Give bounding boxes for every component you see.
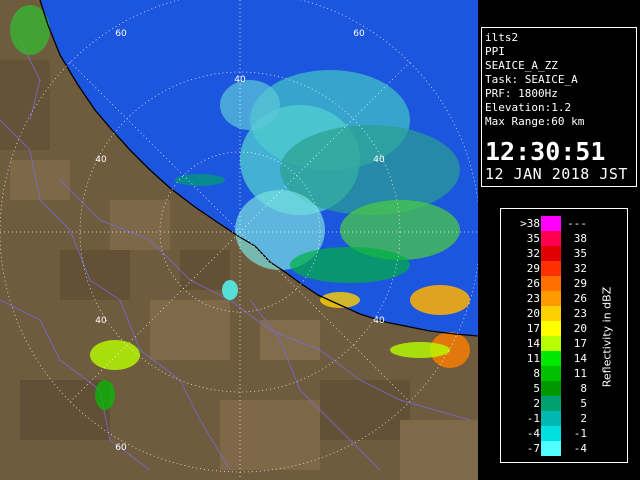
- range-label: 40: [373, 155, 385, 165]
- legend-low-label: 17: [526, 322, 540, 335]
- legend-swatch: [541, 411, 561, 426]
- range-label: 40: [373, 316, 385, 326]
- legend-high-label: 5: [580, 397, 587, 410]
- legend-high-label: 35: [573, 247, 587, 260]
- range-label: 60: [115, 29, 127, 39]
- task-name: Task: SEAICE_A: [485, 73, 578, 86]
- station-name: ilts2: [485, 31, 519, 44]
- legend-high-label: 8: [580, 382, 587, 395]
- range-label: 60: [115, 443, 127, 453]
- range-label: 40: [95, 155, 107, 165]
- legend-swatch: [541, 321, 561, 336]
- legend-swatch: [541, 306, 561, 321]
- info-panel: ilts2 PPI SEAICE_A_ZZ Task: SEAICE_A PRF…: [481, 27, 637, 187]
- legend-swatch: [541, 291, 561, 306]
- legend-swatch: [541, 276, 561, 291]
- legend-swatch: [541, 231, 561, 246]
- legend-low-label: 2: [533, 397, 540, 410]
- max-range-value: Max Range:60 km: [485, 115, 585, 128]
- scan-time: 12:30:51: [485, 137, 606, 166]
- legend-high-label: 14: [573, 352, 587, 365]
- legend-low-label: 8: [533, 367, 540, 380]
- legend-swatch: [541, 441, 561, 456]
- range-label: 60: [353, 29, 365, 39]
- range-label: 40: [234, 75, 246, 85]
- scan-type: PPI: [485, 45, 505, 58]
- legend-high-label: 38: [573, 232, 587, 245]
- legend-low-label: 26: [526, 277, 540, 290]
- legend-high-label: -4: [573, 442, 587, 455]
- legend-swatch: [541, 351, 561, 366]
- color-legend: >38 --- 35 38 32 35 29 32 26 29 23 26 20 23 17 20 14 17 11…: [500, 208, 628, 463]
- prf-value: PRF: 1800Hz: [485, 87, 558, 100]
- elevation-value: Elevation:1.2: [485, 101, 572, 114]
- legend-high-label: 32: [573, 262, 587, 275]
- product-name: SEAICE_A_ZZ: [485, 59, 558, 72]
- legend-low-label: -4: [526, 427, 540, 440]
- legend-swatch: [541, 426, 561, 441]
- legend-low-label: 20: [526, 307, 540, 320]
- legend-low-label: 5: [533, 382, 540, 395]
- legend-low-label: -1: [526, 412, 540, 425]
- legend-low-label: >38: [520, 217, 540, 230]
- legend-swatch: [541, 261, 561, 276]
- legend-high-label: 23: [573, 307, 587, 320]
- legend-swatch: [541, 246, 561, 261]
- legend-swatch: [541, 366, 561, 381]
- legend-low-label: -7: [526, 442, 540, 455]
- legend-high-label: 29: [573, 277, 587, 290]
- legend-low-label: 14: [526, 337, 540, 350]
- legend-high-label: -1: [573, 427, 587, 440]
- scan-date: 12 JAN 2018 JST: [485, 165, 628, 183]
- legend-low-label: 29: [526, 262, 540, 275]
- legend-title: Reflectivity in dBZ: [600, 286, 614, 387]
- legend-low-label: 23: [526, 292, 540, 305]
- legend-swatch: [541, 396, 561, 411]
- legend-swatch: [541, 381, 561, 396]
- legend-high-label: 2: [580, 412, 587, 425]
- legend-title-box: Reflectivity in dBZ: [597, 219, 617, 454]
- legend-high-label: 11: [573, 367, 587, 380]
- legend-high-label: ---: [567, 217, 587, 230]
- range-label: 40: [95, 316, 107, 326]
- legend-low-label: 11: [526, 352, 540, 365]
- legend-high-label: 20: [573, 322, 587, 335]
- legend-low-label: 32: [526, 247, 540, 260]
- legend-swatch: [541, 336, 561, 351]
- legend-high-label: 26: [573, 292, 587, 305]
- legend-swatch: [541, 216, 561, 231]
- legend-high-label: 17: [573, 337, 587, 350]
- legend-low-label: 35: [526, 232, 540, 245]
- radar-map: 60 60 40 40 40 40 40 60: [0, 0, 478, 480]
